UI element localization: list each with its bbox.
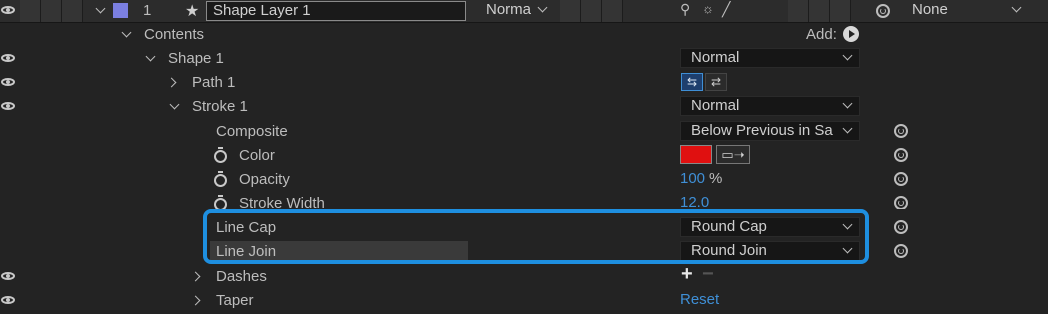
layer-name-field[interactable]: Shape Layer 1: [206, 1, 466, 21]
stroke-width-label: Stroke Width: [239, 195, 325, 209]
lock-toggle[interactable]: [62, 0, 83, 22]
color-swatch[interactable]: [680, 145, 712, 164]
opacity-value[interactable]: 100: [680, 170, 705, 187]
stopwatch-icon[interactable]: [214, 195, 227, 209]
shape-blend-dropdown[interactable]: Normal: [680, 48, 860, 68]
taper-reset-link[interactable]: Reset: [680, 291, 719, 308]
visibility-eye-icon[interactable]: [0, 95, 18, 119]
switch-cell[interactable]: [560, 0, 581, 22]
stroke-width-row[interactable]: Stroke Width 12.0: [0, 191, 1048, 209]
switch-cell[interactable]: [809, 0, 830, 22]
parent-dropdown[interactable]: None: [902, 1, 1028, 21]
opacity-label: Opacity: [239, 171, 290, 188]
audio-toggle[interactable]: [20, 0, 41, 22]
stroke-twirl-icon[interactable]: [170, 101, 180, 111]
path-row[interactable]: Path 1 ⇆ ⇄: [0, 71, 1048, 95]
stroke-blend-dropdown[interactable]: Normal: [680, 96, 860, 116]
expression-pickwhip-icon[interactable]: [894, 124, 908, 138]
expression-pickwhip-icon[interactable]: [894, 172, 908, 186]
expression-pickwhip-icon[interactable]: [894, 196, 908, 209]
add-dash-icon[interactable]: +: [681, 263, 693, 286]
dashes-label: Dashes: [216, 268, 267, 285]
color-label: Color: [239, 147, 275, 164]
composite-row[interactable]: Composite Below Previous in Sa: [0, 119, 1048, 143]
blend-mode-dropdown[interactable]: Norma: [476, 1, 554, 21]
visibility-eye-icon[interactable]: [0, 289, 18, 313]
shy-icon[interactable]: ⚲: [680, 1, 690, 18]
slash-icon[interactable]: ╱: [722, 1, 730, 18]
switch-cell[interactable]: [602, 0, 623, 22]
visibility-eye-icon[interactable]: [0, 47, 18, 71]
composite-dropdown[interactable]: Below Previous in Sa: [680, 121, 860, 141]
switch-cell[interactable]: [788, 0, 809, 22]
layer-twirl-icon[interactable]: [96, 5, 106, 15]
sun-icon[interactable]: ☼: [702, 1, 714, 16]
visibility-eye-icon[interactable]: [0, 265, 18, 289]
expression-pickwhip-icon[interactable]: [894, 220, 908, 234]
layer-number: 1: [143, 2, 152, 19]
visibility-eye-icon[interactable]: [0, 0, 18, 23]
path-reverse-icon[interactable]: ⇄: [705, 73, 727, 91]
stopwatch-icon[interactable]: [214, 147, 227, 163]
dashes-row[interactable]: Dashes + −: [0, 263, 1048, 289]
label-color-swatch[interactable]: [113, 3, 128, 18]
contents-twirl-icon[interactable]: [122, 29, 132, 39]
shape-twirl-icon[interactable]: [146, 53, 156, 63]
contents-row[interactable]: Contents Add:: [0, 23, 1048, 47]
eyedropper-icon[interactable]: ▭➝: [716, 145, 750, 164]
path-direction-icon[interactable]: ⇆: [681, 73, 703, 91]
stroke-row[interactable]: Stroke 1 Normal: [0, 95, 1048, 119]
solo-toggle[interactable]: [41, 0, 62, 22]
composite-label: Composite: [216, 123, 288, 140]
stroke-label: Stroke 1: [192, 98, 248, 115]
expression-pickwhip-icon[interactable]: [894, 244, 908, 258]
contents-label: Contents: [144, 26, 205, 43]
remove-dash-icon[interactable]: −: [702, 263, 714, 286]
add-label: Add:: [806, 26, 837, 43]
taper-label: Taper: [216, 292, 254, 309]
timeline-panel: 1 ★ Shape Layer 1 Norma ⚲ ☼ ╱ None Conte…: [0, 0, 1048, 314]
shape-row[interactable]: Shape 1 Normal: [0, 47, 1048, 71]
visibility-eye-icon[interactable]: [0, 71, 18, 95]
taper-twirl-icon[interactable]: [192, 295, 202, 305]
layer-row[interactable]: 1 ★ Shape Layer 1 Norma ⚲ ☼ ╱ None: [0, 0, 1048, 23]
color-row[interactable]: Color ▭➝: [0, 143, 1048, 167]
switch-cell[interactable]: [581, 0, 602, 22]
path-label: Path 1: [192, 74, 236, 91]
opacity-unit: %: [709, 170, 723, 187]
star-icon: ★: [185, 3, 200, 20]
stopwatch-icon[interactable]: [214, 171, 227, 187]
dashes-twirl-icon[interactable]: [192, 271, 202, 281]
expression-pickwhip-icon[interactable]: [894, 148, 908, 162]
path-twirl-icon[interactable]: [168, 77, 178, 87]
opacity-row[interactable]: Opacity 100 %: [0, 167, 1048, 191]
shape-label: Shape 1: [168, 50, 224, 67]
taper-row[interactable]: Taper Reset: [0, 289, 1048, 313]
pickwhip-icon[interactable]: [876, 4, 890, 18]
add-play-icon[interactable]: [843, 26, 859, 42]
highlight-box: [203, 209, 869, 264]
stroke-width-value[interactable]: 12.0: [680, 194, 709, 209]
switch-cell[interactable]: [830, 0, 851, 22]
